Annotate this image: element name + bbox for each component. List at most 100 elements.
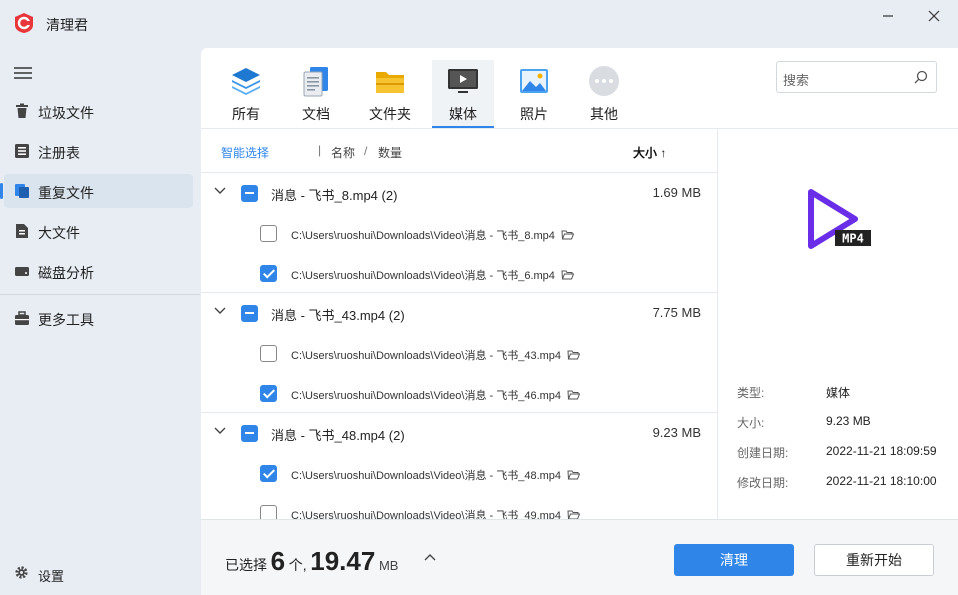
open-folder-icon[interactable] <box>561 269 574 280</box>
app-title: 清理君 <box>46 17 88 33</box>
preview-divider <box>717 128 718 519</box>
tab-photos[interactable]: 照片 <box>503 60 565 128</box>
search-input[interactable]: 搜索 <box>776 61 937 93</box>
tab-media[interactable]: 媒体 <box>432 60 494 128</box>
chevron-down-icon[interactable] <box>214 187 226 195</box>
preview-created-value: 2022-11-21 18:09:59 <box>826 444 937 458</box>
preview-size-label: 大小: <box>737 416 765 430</box>
title-bar: 清理君 <box>0 0 958 48</box>
disk-icon <box>15 267 29 276</box>
sidebar-item-disk-analysis[interactable]: 磁盘分析 <box>4 254 193 288</box>
header-slash: / <box>364 144 368 158</box>
chevron-up-icon[interactable] <box>424 553 436 561</box>
group-checkbox[interactable] <box>241 185 258 202</box>
file-checkbox[interactable] <box>260 465 277 482</box>
duplicate-files-icon <box>15 184 29 198</box>
tab-label: 文件夹 <box>369 106 411 122</box>
file-row[interactable]: C:\Users\ruoshui\Downloads\Video\消息 - 飞书… <box>201 253 717 293</box>
other-icon <box>589 66 619 96</box>
tab-folders[interactable]: 文件夹 <box>359 60 421 128</box>
file-path: C:\Users\ruoshui\Downloads\Video\消息 - 飞书… <box>291 510 562 519</box>
file-path-wrap: C:\Users\ruoshui\Downloads\Video\消息 - 飞书… <box>291 387 581 403</box>
tab-all[interactable]: 所有 <box>215 60 277 128</box>
preview-modified-value: 2022-11-21 18:10:00 <box>826 474 937 488</box>
file-path: C:\Users\ruoshui\Downloads\Video\消息 - 飞书… <box>291 230 555 242</box>
duplicate-group: 消息 - 飞书_43.mp4 (2) 7.75 MB C:\Users\ruos… <box>201 293 717 413</box>
file-path: C:\Users\ruoshui\Downloads\Video\消息 - 飞书… <box>291 350 562 362</box>
sidebar: 垃圾文件 注册表 重复文件 大文件 磁盘分析 更多工具 <box>0 48 200 595</box>
tab-label: 其他 <box>590 106 618 122</box>
duplicate-group: 消息 - 飞书_48.mp4 (2) 9.23 MB C:\Users\ruos… <box>201 413 717 519</box>
sidebar-item-large-files[interactable]: 大文件 <box>4 214 193 248</box>
file-path: C:\Users\ruoshui\Downloads\Video\消息 - 飞书… <box>291 470 562 482</box>
open-folder-icon[interactable] <box>561 229 574 240</box>
file-row[interactable]: C:\Users\ruoshui\Downloads\Video\消息 - 飞书… <box>201 213 717 253</box>
trash-icon <box>16 103 28 118</box>
group-checkbox[interactable] <box>241 425 258 442</box>
open-folder-icon[interactable] <box>567 509 581 519</box>
media-icon <box>448 69 478 93</box>
sort-by-size[interactable]: 大小 ↑ <box>633 144 666 161</box>
open-folder-icon[interactable] <box>567 469 581 480</box>
preview-modified-label: 修改日期: <box>737 476 789 490</box>
close-button[interactable] <box>922 6 946 26</box>
file-checkbox[interactable] <box>260 265 277 282</box>
all-layers-icon <box>232 68 260 95</box>
restart-button[interactable]: 重新开始 <box>814 544 934 576</box>
gear-icon <box>15 566 28 579</box>
folder-icon <box>376 72 404 93</box>
file-checkbox[interactable] <box>260 505 277 519</box>
selected-total-size: 19.47 <box>310 546 376 576</box>
photo-icon <box>520 69 548 93</box>
sidebar-item-label: 更多工具 <box>38 312 94 328</box>
file-row[interactable]: C:\Users\ruoshui\Downloads\Video\消息 - 飞书… <box>201 373 717 413</box>
clean-button[interactable]: 清理 <box>674 544 794 576</box>
sidebar-item-duplicate-files[interactable]: 重复文件 <box>0 174 193 208</box>
group-size: 7.75 MB <box>652 305 701 320</box>
tab-label: 文档 <box>302 106 330 122</box>
file-checkbox[interactable] <box>260 345 277 362</box>
file-path: C:\Users\ruoshui\Downloads\Video\消息 - 飞书… <box>291 390 562 402</box>
main-panel: 所有 文档 文件夹 媒体 照片 其他 搜索 智能选择 | 名称 / 数量 大小 … <box>201 48 958 519</box>
sidebar-item-more-tools[interactable]: 更多工具 <box>4 301 193 335</box>
file-checkbox[interactable] <box>260 225 277 242</box>
chevron-down-icon[interactable] <box>214 427 226 435</box>
settings-label: 设置 <box>38 569 65 584</box>
group-checkbox[interactable] <box>241 305 258 322</box>
document-icon <box>303 67 328 97</box>
file-path: C:\Users\ruoshui\Downloads\Video\消息 - 飞书… <box>291 270 555 282</box>
sort-by-count[interactable]: 数量 <box>378 144 402 161</box>
smart-select-link[interactable]: 智能选择 <box>221 144 269 161</box>
hamburger-menu-icon[interactable] <box>14 67 32 79</box>
footer-bar: 已选择 6 个, 19.47 MB 清理 重新开始 <box>201 519 958 595</box>
sort-by-name[interactable]: 名称 <box>331 144 355 161</box>
tab-label: 照片 <box>520 106 548 122</box>
file-row[interactable]: C:\Users\ruoshui\Downloads\Video\消息 - 飞书… <box>201 333 717 373</box>
count-unit: 个, <box>288 557 307 573</box>
preview-type-value: 媒体 <box>826 386 851 400</box>
file-row[interactable]: C:\Users\ruoshui\Downloads\Video\消息 - 飞书… <box>201 493 717 519</box>
file-row[interactable]: C:\Users\ruoshui\Downloads\Video\消息 - 飞书… <box>201 453 717 493</box>
settings-button[interactable]: 设置 <box>0 558 200 588</box>
chevron-down-icon[interactable] <box>214 307 226 315</box>
group-size: 9.23 MB <box>652 425 701 440</box>
file-path-wrap: C:\Users\ruoshui\Downloads\Video\消息 - 飞书… <box>291 267 574 283</box>
header-separator: | <box>318 143 322 157</box>
preview-size-value: 9.23 MB <box>826 414 871 428</box>
sidebar-item-registry[interactable]: 注册表 <box>4 134 193 168</box>
file-path-wrap: C:\Users\ruoshui\Downloads\Video\消息 - 飞书… <box>291 347 581 363</box>
tab-other[interactable]: 其他 <box>573 60 635 128</box>
file-checkbox[interactable] <box>260 385 277 402</box>
sidebar-item-junk-files[interactable]: 垃圾文件 <box>4 94 193 128</box>
size-unit: MB <box>378 558 399 573</box>
app-logo-icon <box>15 13 33 33</box>
file-path-wrap: C:\Users\ruoshui\Downloads\Video\消息 - 飞书… <box>291 227 574 243</box>
search-placeholder: 搜索 <box>783 73 810 88</box>
tab-documents[interactable]: 文档 <box>285 60 347 128</box>
active-indicator <box>0 183 3 199</box>
minimize-button[interactable] <box>876 6 900 26</box>
open-folder-icon[interactable] <box>567 389 581 400</box>
search-icon[interactable] <box>914 70 928 84</box>
selected-count: 6 <box>270 546 286 576</box>
open-folder-icon[interactable] <box>567 349 581 360</box>
